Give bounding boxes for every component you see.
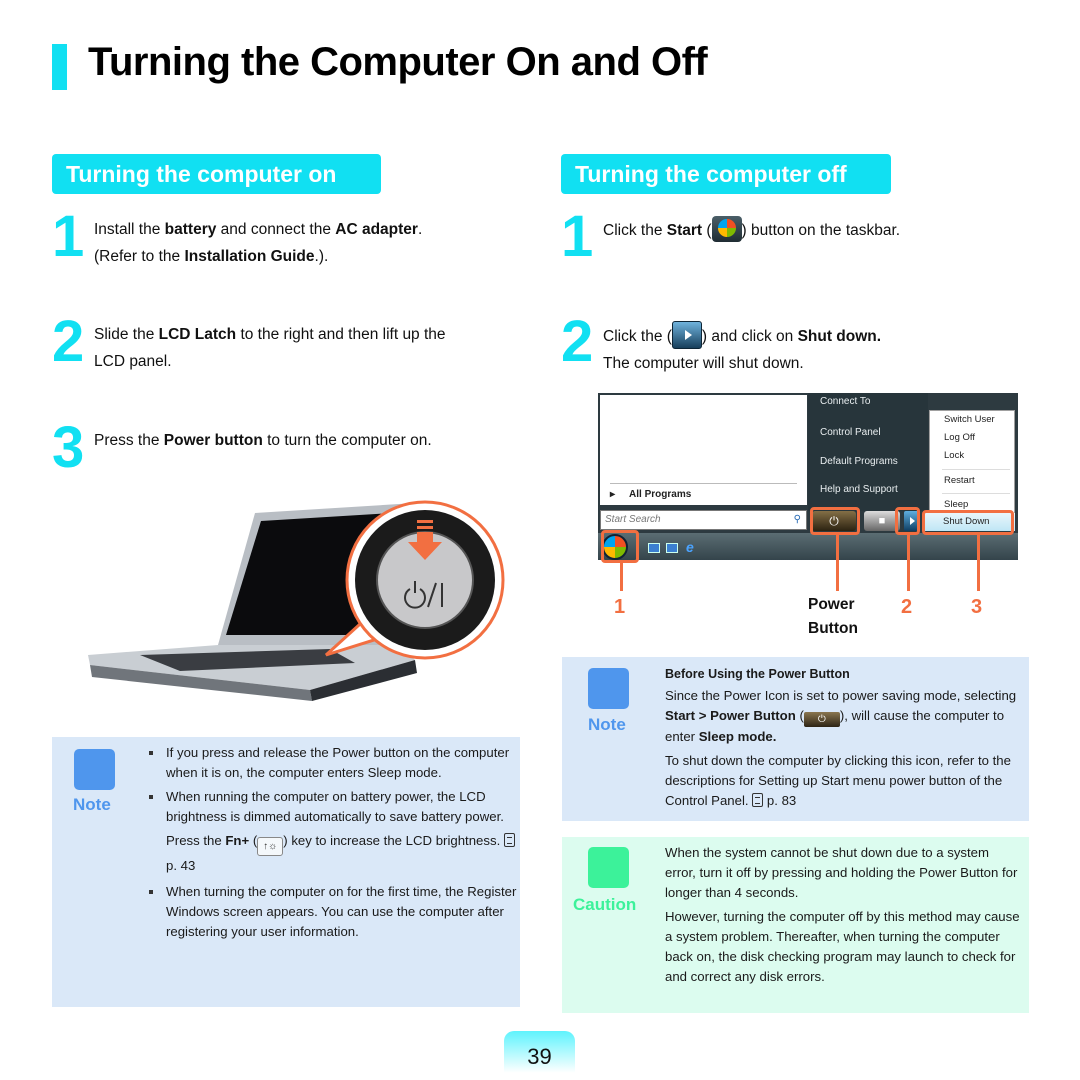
brightness-up-key-icon: ↑☼ xyxy=(257,837,284,856)
all-programs-item[interactable]: All Programs xyxy=(610,489,691,500)
laptop-illustration xyxy=(88,500,505,701)
note-box-off: Note Before Using the Power Button Since… xyxy=(562,657,1029,821)
section-heading-off: Turning the computer off xyxy=(561,154,891,194)
caution-content: When the system cannot be shut down due … xyxy=(665,843,1020,987)
callout-3: 3 xyxy=(971,596,983,618)
lock-icon: ■ xyxy=(878,515,886,527)
page-ref-link[interactable]: p. 43 xyxy=(166,858,195,873)
highlight-start-orb xyxy=(601,530,639,563)
menu-item-help-support[interactable]: Help and Support xyxy=(820,484,898,495)
arrow-button-icon xyxy=(671,321,702,349)
step-number: 3 xyxy=(52,415,85,480)
note-title: Before Using the Power Button xyxy=(665,667,850,681)
note-bullet: When turning the computer on for the fir… xyxy=(146,882,518,942)
step-number: 2 xyxy=(561,309,594,374)
menu-item-lock[interactable]: Lock xyxy=(944,450,964,461)
menu-item-restart[interactable]: Restart xyxy=(944,475,975,486)
note-content: Before Using the Power Button Since the … xyxy=(665,664,1017,811)
show-desktop-icon[interactable] xyxy=(648,543,660,553)
note-paragraph: Since the Power Icon is set to power sav… xyxy=(665,688,1017,744)
callout-power-button: Power Button xyxy=(808,596,858,637)
page-number: 39 xyxy=(504,1031,575,1080)
callout-2: 2 xyxy=(901,596,913,618)
menu-item-default-programs[interactable]: Default Programs xyxy=(820,456,898,467)
caution-box: Caution When the system cannot be shut d… xyxy=(562,837,1029,1013)
step-number: 2 xyxy=(52,309,85,374)
highlight-power-button xyxy=(810,507,860,535)
menu-item-control-panel[interactable]: Control Panel xyxy=(820,427,881,438)
page-title: Turning the Computer On and Off xyxy=(88,40,708,84)
highlight-arrow-button xyxy=(895,507,920,535)
step-text: Click the Start () button on the taskbar… xyxy=(603,216,900,244)
caution-paragraph: When the system cannot be shut down due … xyxy=(665,845,1018,900)
step-text: Press the Power button to turn the compu… xyxy=(94,432,432,449)
note-bullet: When running the computer on battery pow… xyxy=(146,787,518,827)
switch-windows-icon[interactable] xyxy=(666,543,678,553)
note-bullet: If you press and release the Power butto… xyxy=(146,743,518,783)
caution-icon xyxy=(588,847,629,888)
step-text: Install the battery and connect the AC a… xyxy=(94,221,423,265)
caution-paragraph: However, turning the computer off by thi… xyxy=(665,909,1020,984)
menu-item-sleep[interactable]: Sleep xyxy=(944,499,968,510)
title-accent-bar xyxy=(52,44,67,90)
page-ref-link[interactable]: p. 83 xyxy=(767,793,796,808)
section-heading-on: Turning the computer on xyxy=(52,154,381,194)
start-search-input[interactable]: Start Search ⚲ xyxy=(600,510,807,530)
search-icon: ⚲ xyxy=(793,514,801,525)
windows-start-icon xyxy=(711,216,742,242)
internet-explorer-icon[interactable]: e xyxy=(686,539,694,555)
menu-item-log-off[interactable]: Log Off xyxy=(944,432,975,443)
note-icon xyxy=(74,749,115,790)
note-label: Note xyxy=(73,795,111,814)
step-text: Click the () and click on Shut down. The… xyxy=(603,321,881,377)
note-box-on: Note If you press and release the Power … xyxy=(52,737,520,1007)
page-reference-icon xyxy=(752,793,764,807)
fn-brightness-tip: Press the Fn+ (↑☼) key to increase the L… xyxy=(146,831,518,876)
step-number: 1 xyxy=(561,204,594,269)
programs-pane: All Programs xyxy=(600,395,807,505)
note-paragraph: To shut down the computer by clicking th… xyxy=(665,753,1011,808)
taskbar xyxy=(598,533,1018,560)
places-pane: Connect To Control Panel Default Program… xyxy=(808,393,928,511)
step-number: 1 xyxy=(52,204,85,269)
power-button-icon: ⏻ xyxy=(803,712,840,727)
page-reference-icon xyxy=(503,833,515,847)
caution-label: Caution xyxy=(573,895,637,914)
step-text: Slide the LCD Latch to the right and the… xyxy=(94,326,446,370)
note-label: Note xyxy=(588,715,626,734)
menu-item-switch-user[interactable]: Switch User xyxy=(944,414,995,425)
note-icon xyxy=(588,668,629,709)
highlight-shut-down xyxy=(922,510,1014,535)
note-content: If you press and release the Power butto… xyxy=(146,743,518,942)
callout-1: 1 xyxy=(614,596,626,618)
menu-item-connect-to[interactable]: Connect To xyxy=(820,396,870,407)
